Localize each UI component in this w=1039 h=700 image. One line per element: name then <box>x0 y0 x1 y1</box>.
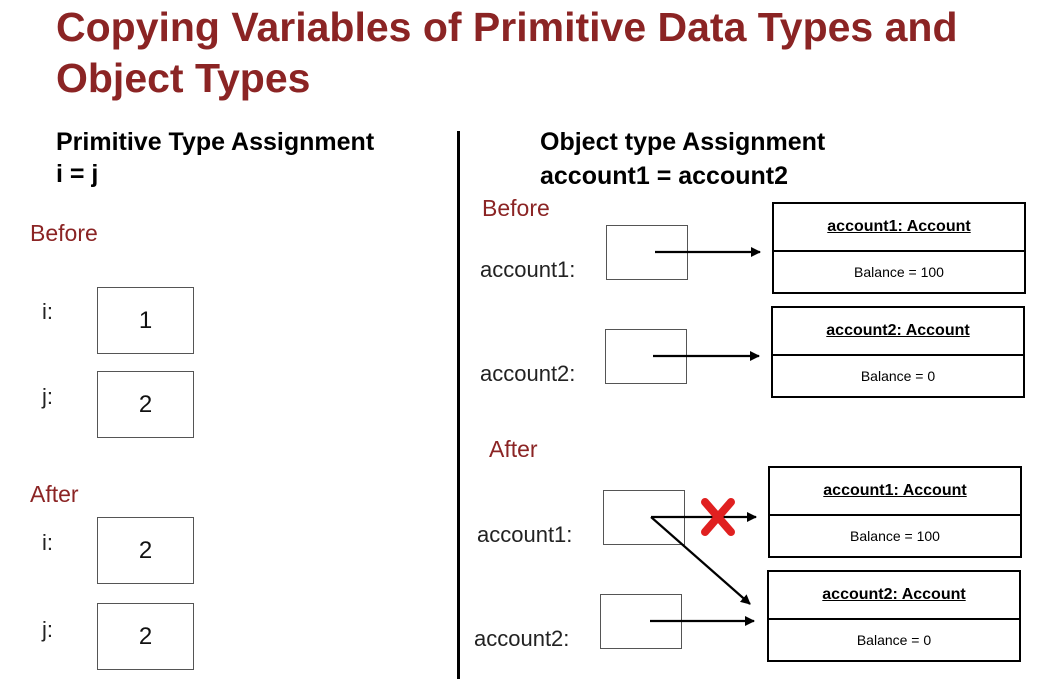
after-account1-new-arrow <box>650 516 751 605</box>
reference-arrows <box>650 247 761 626</box>
